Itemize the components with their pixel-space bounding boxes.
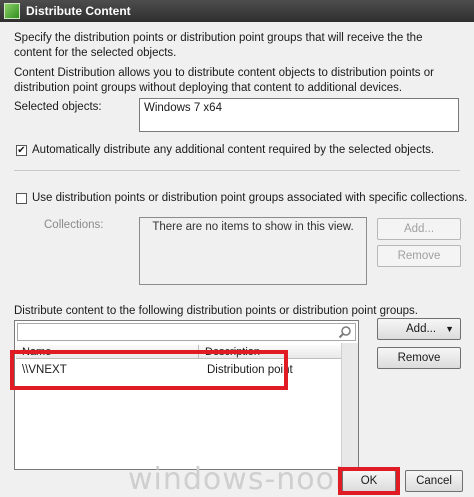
- highlight-box-row: [10, 350, 288, 390]
- selected-objects-box[interactable]: Windows 7 x64: [139, 98, 459, 132]
- selected-objects-label: Selected objects:: [14, 101, 102, 113]
- selected-object-item: Windows 7 x64: [144, 102, 222, 114]
- add-label: Add...: [406, 323, 437, 335]
- distribution-points-list[interactable]: Name Description \\VNEXT Distribution po…: [14, 320, 359, 470]
- list-scrollbar[interactable]: [341, 343, 358, 470]
- collections-checkbox[interactable]: [16, 193, 27, 204]
- distribute-label: Distribute content to the following dist…: [14, 305, 419, 317]
- highlight-box-ok: [338, 467, 400, 495]
- collections-list[interactable]: There are no items to show in this view.: [139, 217, 367, 285]
- separator-1: [14, 170, 460, 171]
- auto-distribute-checkbox[interactable]: ✔: [16, 145, 27, 156]
- title-bar: Distribute Content: [0, 0, 474, 22]
- collections-add-button[interactable]: Add...: [377, 218, 461, 240]
- intro-text-2: Content Distribution allows you to distr…: [14, 67, 434, 94]
- collections-remove-button[interactable]: Remove: [377, 245, 461, 267]
- magnifier-icon[interactable]: [338, 325, 352, 339]
- intro-text-1: Specify the distribution points or distr…: [14, 32, 423, 59]
- remove-button[interactable]: Remove: [377, 347, 461, 369]
- cancel-button[interactable]: Cancel: [405, 470, 463, 492]
- search-input[interactable]: [17, 323, 356, 341]
- chevron-down-icon: ▼: [445, 324, 454, 334]
- collections-empty-text: There are no items to show in this view.: [152, 221, 354, 233]
- window-title: Distribute Content: [26, 4, 131, 18]
- add-dropdown-button[interactable]: Add... ▼: [377, 318, 461, 340]
- collections-option-label: Use distribution points or distribution …: [32, 192, 468, 204]
- auto-distribute-label: Automatically distribute any additional …: [32, 144, 435, 156]
- app-icon: [4, 3, 20, 19]
- collections-label: Collections:: [44, 219, 104, 231]
